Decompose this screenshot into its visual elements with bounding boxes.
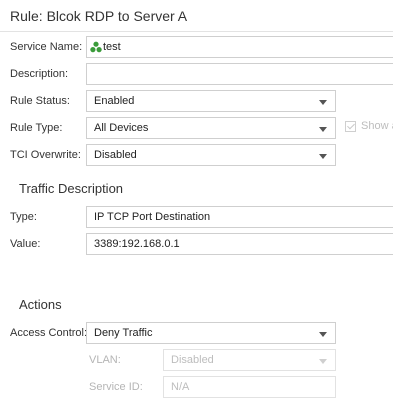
access-control-value: Deny Traffic bbox=[94, 327, 153, 339]
title-bar: Rule: Blcok RDP to Server A bbox=[0, 0, 393, 32]
rule-status-label: Rule Status: bbox=[10, 95, 70, 107]
rule-status-value: Enabled bbox=[94, 95, 135, 107]
tci-overwrite-select[interactable]: Disabled bbox=[86, 144, 336, 166]
chevron-down-icon bbox=[319, 100, 327, 105]
access-control-select[interactable]: Deny Traffic bbox=[86, 322, 336, 344]
vlan-label: VLAN: bbox=[89, 354, 121, 366]
rule-editor-panel: Rule: Blcok RDP to Server A Service Name… bbox=[0, 0, 393, 400]
service-icon bbox=[90, 41, 102, 53]
tci-overwrite-value: Disabled bbox=[94, 149, 137, 161]
rule-title: Rule: Blcok RDP to Server A bbox=[10, 8, 188, 24]
service-id-value: N/A bbox=[171, 381, 190, 393]
type-label: Type: bbox=[10, 211, 37, 223]
service-name-value: test bbox=[103, 41, 121, 53]
value-field[interactable]: 3389:192.168.0.1 bbox=[86, 233, 393, 255]
value-label: Value: bbox=[10, 238, 41, 250]
access-control-label: Access Control: bbox=[10, 327, 88, 339]
service-id-field[interactable]: N/A bbox=[163, 376, 336, 398]
value-value: 3389:192.168.0.1 bbox=[94, 238, 180, 250]
checkbox-icon bbox=[345, 121, 356, 132]
rule-type-label: Rule Type: bbox=[10, 122, 63, 134]
chevron-down-icon bbox=[319, 332, 327, 337]
rule-type-select[interactable]: All Devices bbox=[86, 117, 336, 139]
type-field[interactable]: IP TCP Port Destination bbox=[86, 206, 393, 228]
vlan-select[interactable]: Disabled bbox=[163, 349, 336, 371]
service-id-label: Service ID: bbox=[89, 381, 143, 393]
actions-heading: Actions bbox=[19, 297, 62, 312]
service-name-field[interactable]: test bbox=[86, 36, 393, 58]
rule-status-select[interactable]: Enabled bbox=[86, 90, 336, 112]
tci-overwrite-label: TCI Overwrite: bbox=[10, 149, 81, 161]
traffic-description-heading: Traffic Description bbox=[19, 181, 124, 196]
vlan-value: Disabled bbox=[171, 354, 214, 366]
chevron-down-icon bbox=[319, 127, 327, 132]
description-label: Description: bbox=[10, 68, 69, 80]
service-name-label: Service Name: bbox=[10, 41, 83, 53]
show-all-label: Show a bbox=[361, 120, 393, 132]
type-value: IP TCP Port Destination bbox=[94, 211, 211, 223]
chevron-down-icon bbox=[319, 359, 327, 364]
rule-type-value: All Devices bbox=[94, 122, 149, 134]
description-field[interactable] bbox=[86, 63, 393, 85]
chevron-down-icon bbox=[319, 154, 327, 159]
